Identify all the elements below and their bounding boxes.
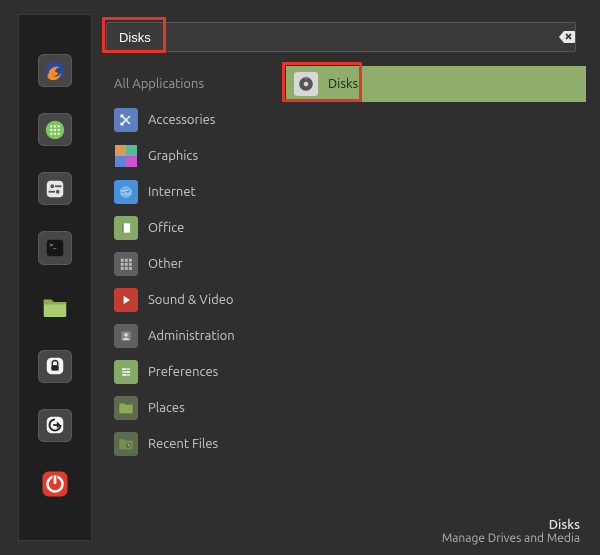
category-header[interactable]: All Applications <box>106 66 286 102</box>
globe-icon <box>114 180 138 204</box>
category-internet[interactable]: Internet <box>106 174 286 210</box>
book-icon <box>114 216 138 240</box>
category-label: Places <box>148 401 185 415</box>
category-list: All Applications Accessories Graphics In… <box>106 66 286 518</box>
app-label: Disks <box>328 77 358 91</box>
app-description: Disks Manage Drives and Media <box>106 518 586 545</box>
category-label: Graphics <box>148 149 198 163</box>
apps-menu-icon[interactable] <box>38 113 72 146</box>
logout-icon[interactable] <box>38 409 72 442</box>
category-accessories[interactable]: Accessories <box>106 102 286 138</box>
category-label: Preferences <box>148 365 218 379</box>
favorites-dock: >_ <box>18 14 92 541</box>
clear-search-icon[interactable] <box>558 28 576 46</box>
category-sound-video[interactable]: Sound & Video <box>106 282 286 318</box>
category-label: Other <box>148 257 183 271</box>
grid-icon <box>114 252 138 276</box>
category-office[interactable]: Office <box>106 210 286 246</box>
category-label: Recent Files <box>148 437 218 451</box>
footer-title: Disks <box>106 518 580 532</box>
folder-recent-icon <box>114 432 138 456</box>
category-label: Administration <box>148 329 235 343</box>
category-recent[interactable]: Recent Files <box>106 426 286 462</box>
disks-app-icon <box>294 72 318 96</box>
footer-description: Manage Drives and Media <box>106 532 580 545</box>
terminal-icon[interactable]: >_ <box>38 231 72 264</box>
sliders-icon <box>114 360 138 384</box>
firefox-icon[interactable] <box>38 54 72 87</box>
app-disks[interactable]: Disks <box>286 66 586 102</box>
folder-icon <box>114 396 138 420</box>
power-icon[interactable] <box>38 468 72 501</box>
category-label: Office <box>148 221 184 235</box>
play-icon <box>114 288 138 312</box>
settings-icon[interactable] <box>38 172 72 205</box>
scissors-icon <box>114 108 138 132</box>
category-label: Internet <box>148 185 196 199</box>
category-administration[interactable]: Administration <box>106 318 286 354</box>
files-icon[interactable] <box>38 291 72 324</box>
lock-icon[interactable] <box>38 350 72 383</box>
category-label: Accessories <box>148 113 215 127</box>
application-list: Disks <box>286 66 586 518</box>
search-input[interactable] <box>106 22 576 52</box>
category-places[interactable]: Places <box>106 390 286 426</box>
app-menu-panel: All Applications Accessories Graphics In… <box>92 0 600 555</box>
category-other[interactable]: Other <box>106 246 286 282</box>
search-bar <box>106 22 586 52</box>
category-graphics[interactable]: Graphics <box>106 138 286 174</box>
category-preferences[interactable]: Preferences <box>106 354 286 390</box>
svg-text:>_: >_ <box>50 242 58 249</box>
admin-icon <box>114 324 138 348</box>
palette-icon <box>114 144 138 168</box>
category-label: Sound & Video <box>148 293 234 307</box>
